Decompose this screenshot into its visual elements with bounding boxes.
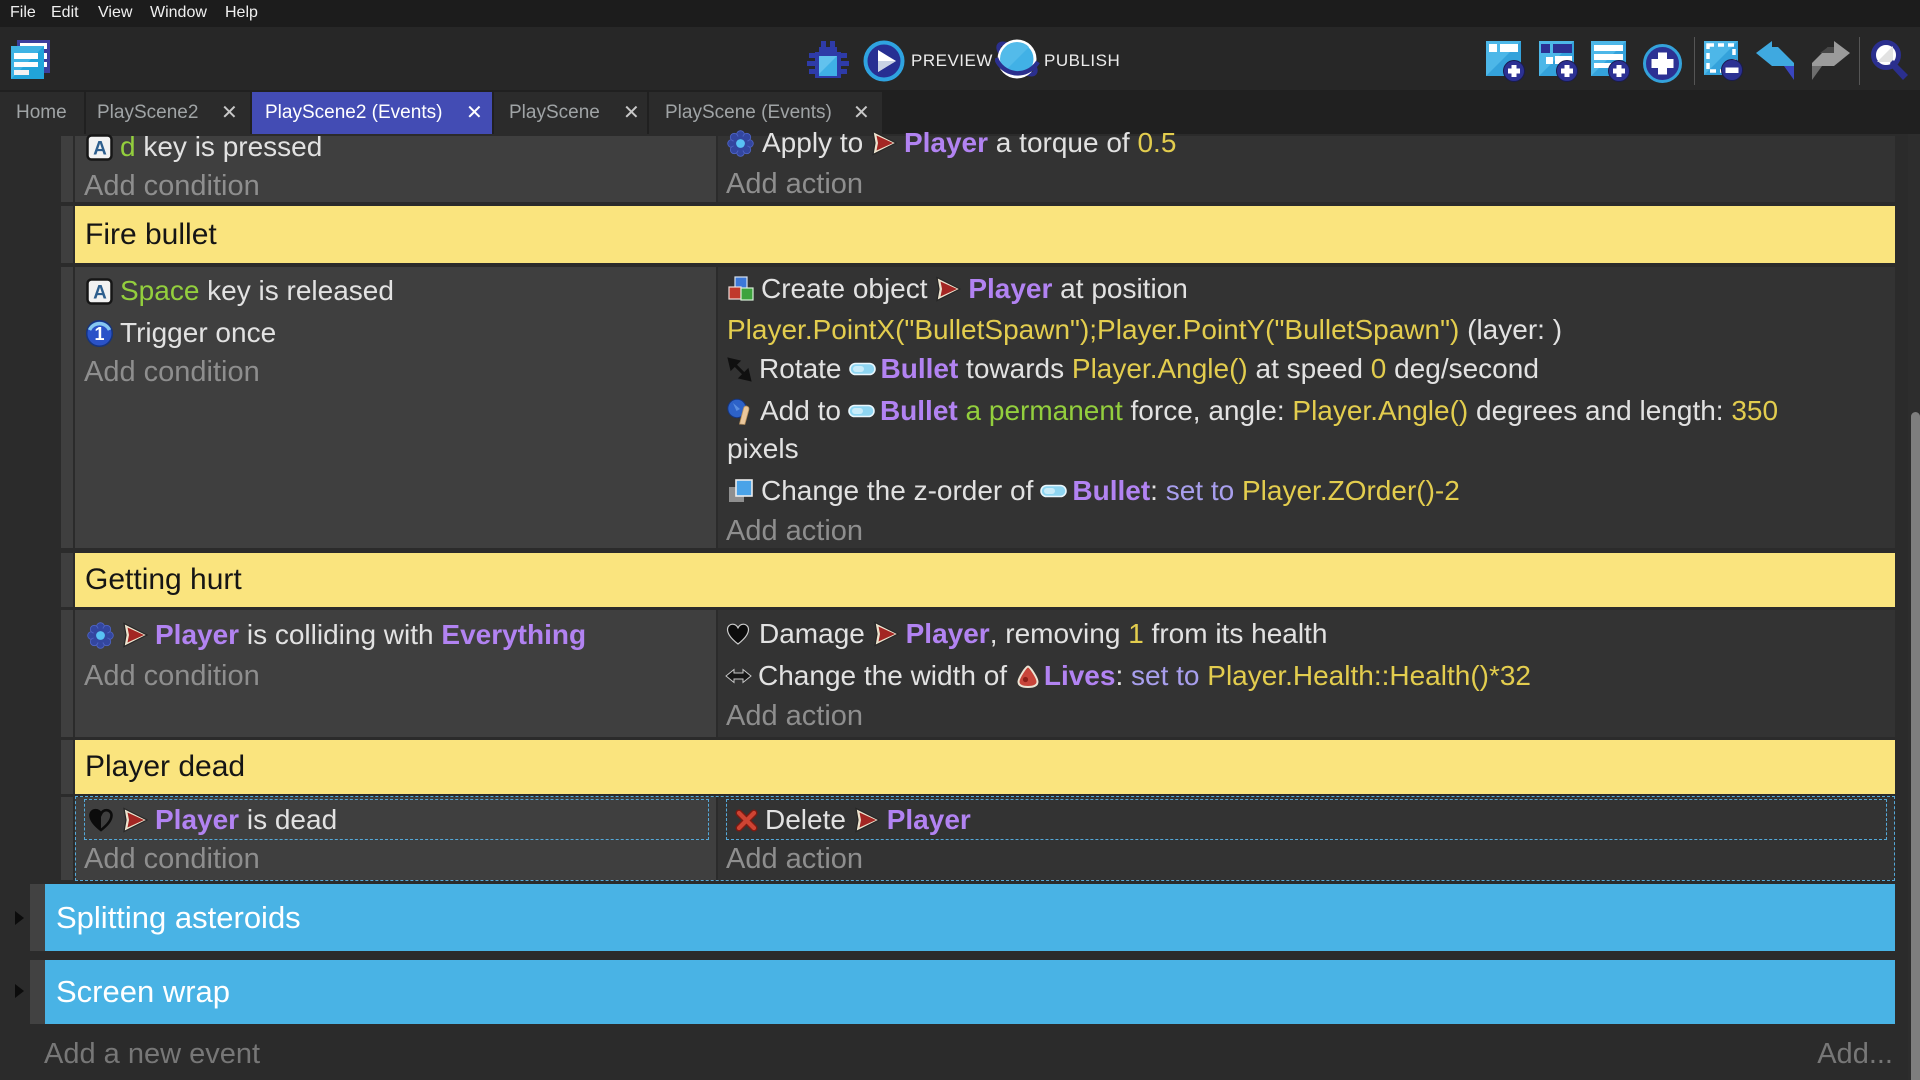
- svg-text:1: 1: [94, 324, 104, 344]
- svg-text:A: A: [93, 282, 107, 303]
- svg-text:A: A: [93, 138, 107, 159]
